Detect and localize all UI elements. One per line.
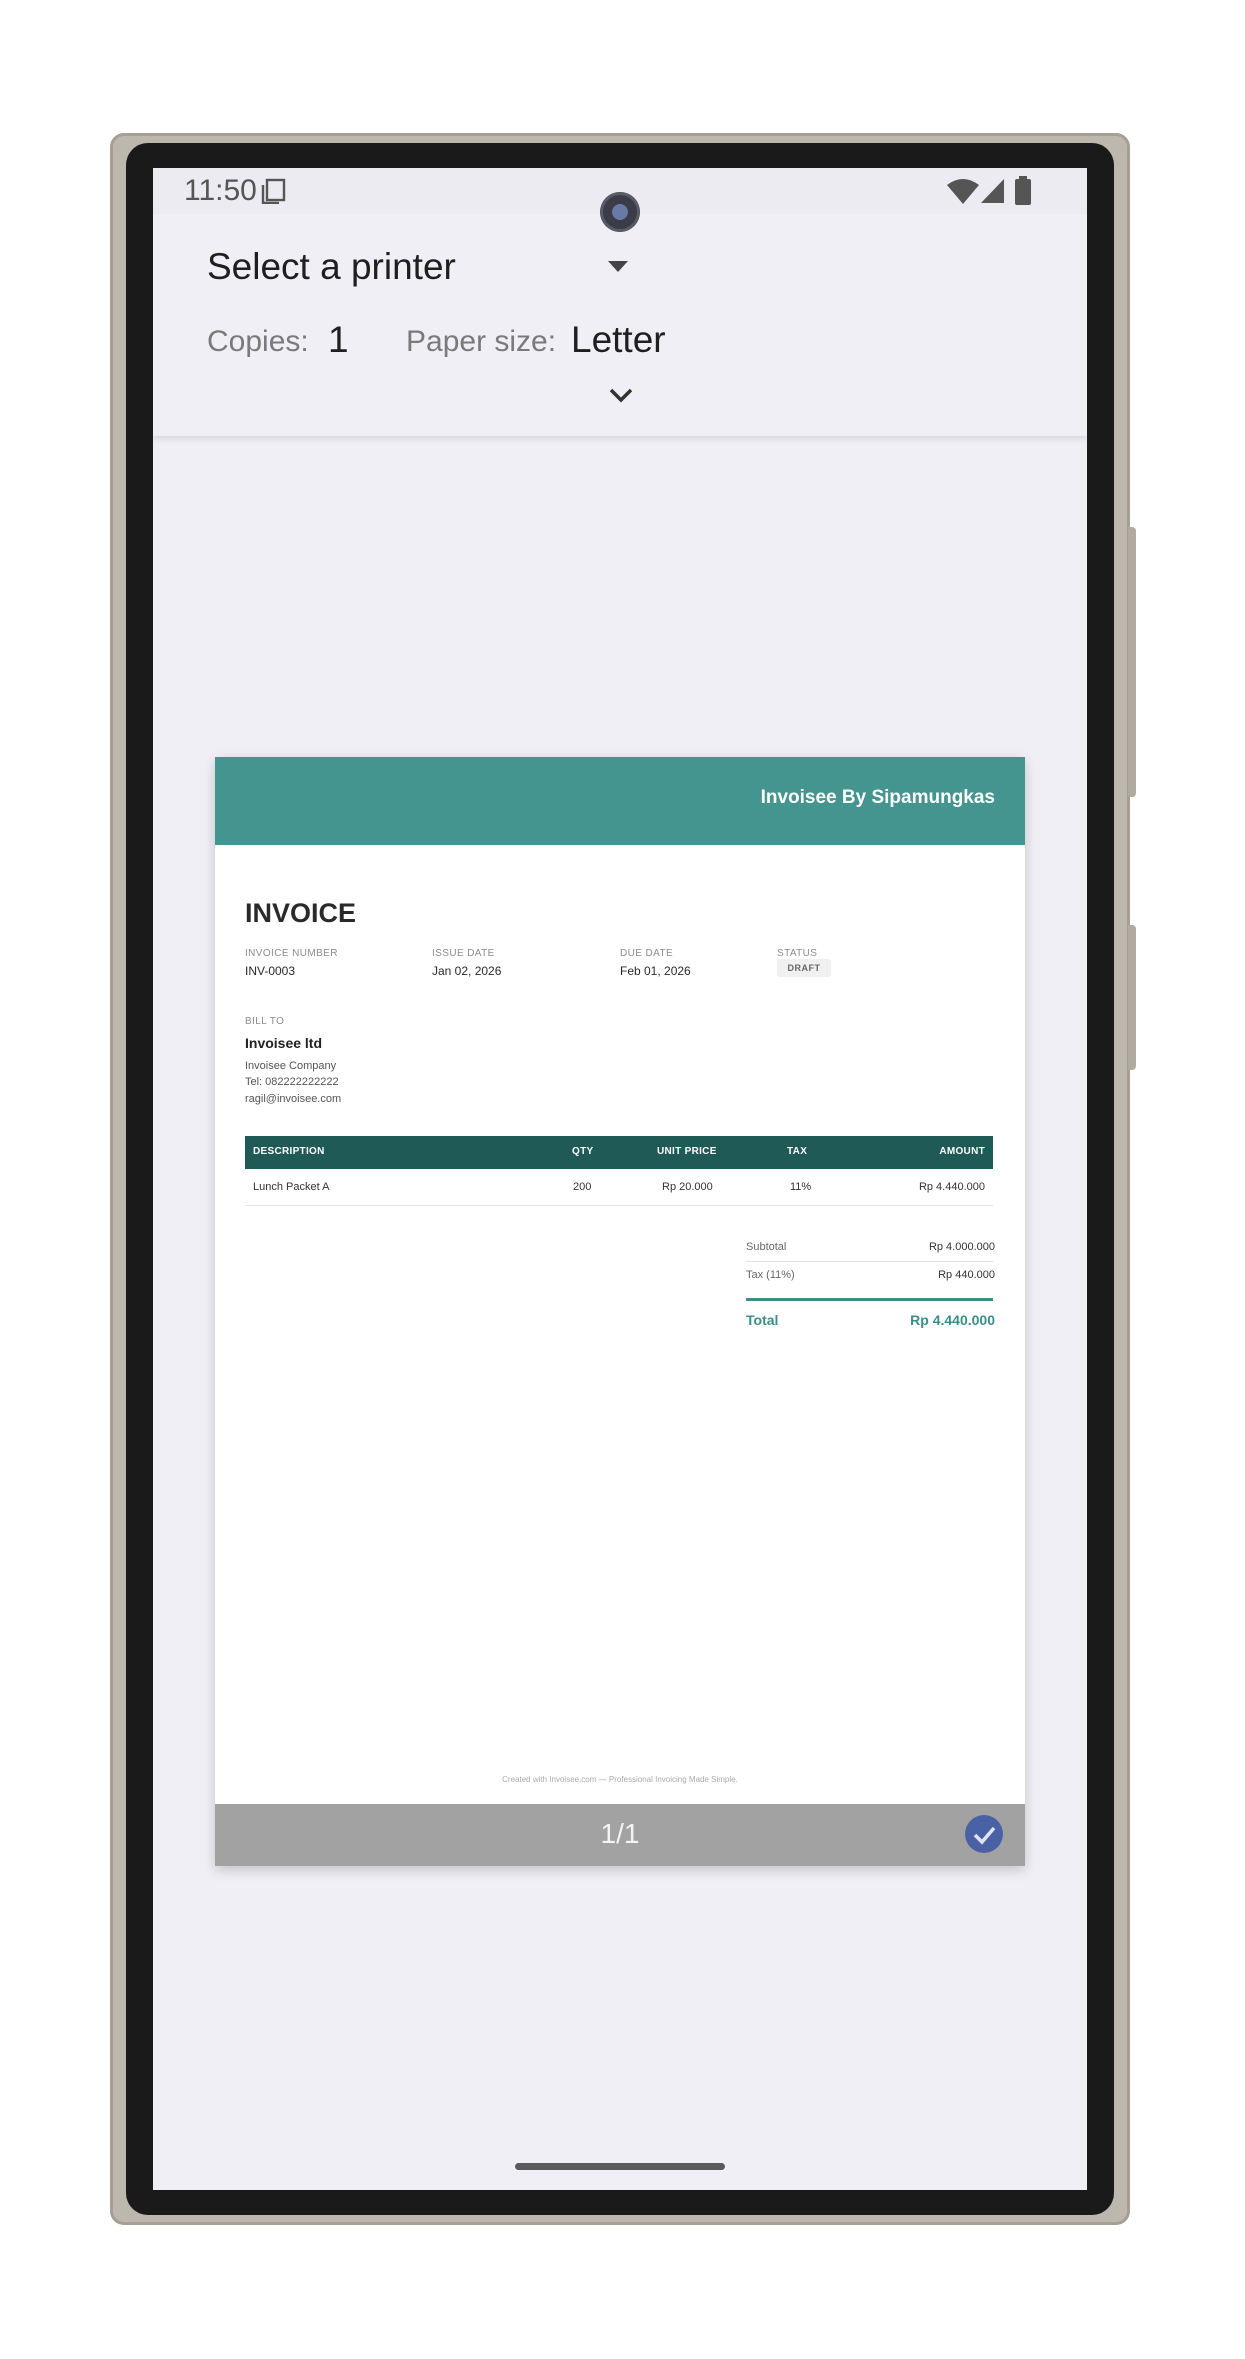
due-date: Feb 01, 2026 <box>620 964 691 978</box>
expand-chevron-icon[interactable] <box>609 388 633 404</box>
bill-to-name: Invoisee ltd <box>245 1035 323 1051</box>
copies-input[interactable]: 1 <box>328 319 349 361</box>
bill-to-label: BILL TO <box>245 1016 285 1027</box>
table-row: Lunch Packet A 200 Rp 20.000 11% Rp 4.44… <box>245 1169 993 1206</box>
printer-select[interactable]: Select a printer <box>207 246 456 288</box>
print-preview-page[interactable]: Invoisee By Sipamungkas INVOICE INVOICE … <box>215 757 1025 1866</box>
battery-icon <box>1015 176 1031 205</box>
row-unit-price: Rp 20.000 <box>662 1181 713 1193</box>
col-qty: QTY <box>572 1146 594 1157</box>
status-label: STATUS <box>777 948 818 959</box>
tax-value: Rp 440.000 <box>938 1269 995 1281</box>
signal-icon <box>981 179 1004 203</box>
total-label: Total <box>746 1312 779 1328</box>
due-date-label: DUE DATE <box>620 948 674 959</box>
invoice-brand: Invoisee By Sipamungkas <box>760 787 995 808</box>
invoice-number: INV-0003 <box>245 964 296 978</box>
page-select-check-icon[interactable] <box>965 1815 1003 1853</box>
items-table-header: DESCRIPTION QTY UNIT PRICE TAX AMOUNT <box>245 1136 993 1169</box>
row-tax: 11% <box>790 1181 812 1193</box>
subtotal-label: Subtotal <box>746 1241 787 1253</box>
power-button <box>1128 925 1136 1070</box>
page-number: 1/1 <box>600 1818 640 1849</box>
col-tax: TAX <box>787 1146 808 1157</box>
paper-size-label: Paper size: <box>406 325 557 358</box>
col-unit-price: UNIT PRICE <box>657 1146 717 1157</box>
screenshot-notification-icon <box>261 178 286 204</box>
invoice-number-label: INVOICE NUMBER <box>245 948 338 959</box>
front-camera <box>600 192 640 232</box>
print-options-panel: 11:50 Select a printer Copies: 1 Paper s… <box>153 168 1087 436</box>
status-badge: DRAFT <box>777 959 831 977</box>
issue-date: Jan 02, 2026 <box>432 964 502 978</box>
issue-date-label: ISSUE DATE <box>432 948 495 959</box>
summary-divider <box>746 1261 993 1262</box>
paper-size-select[interactable]: Letter <box>571 319 666 361</box>
bill-to-email: ragil@invoisee.com <box>245 1093 342 1105</box>
bill-to-tel: Tel: 082222222222 <box>245 1076 339 1088</box>
invoice-title: INVOICE <box>245 898 357 928</box>
screen: 11:50 Select a printer Copies: 1 Paper s… <box>153 168 1087 2190</box>
page-indicator-bar: 1/1 <box>215 1804 1025 1866</box>
subtotal-value: Rp 4.000.000 <box>928 1241 995 1253</box>
home-gesture-bar[interactable] <box>515 2163 725 2170</box>
volume-button <box>1128 527 1136 797</box>
col-amount: AMOUNT <box>939 1146 985 1157</box>
tax-label: Tax (11%) <box>746 1269 795 1281</box>
copies-label: Copies: <box>207 325 309 358</box>
bill-to-company: Invoisee Company <box>245 1060 337 1072</box>
col-description: DESCRIPTION <box>253 1146 325 1157</box>
total-value: Rp 4.440.000 <box>910 1312 995 1328</box>
row-description: Lunch Packet A <box>253 1181 330 1193</box>
wifi-icon <box>947 179 979 204</box>
status-time: 11:50 <box>184 174 257 207</box>
printer-dropdown-icon[interactable] <box>608 261 628 272</box>
row-amount: Rp 4.440.000 <box>918 1181 985 1193</box>
invoice-footer: Created with Invoisee.com — Professional… <box>502 1775 738 1784</box>
row-qty: 200 <box>573 1181 592 1193</box>
total-divider <box>746 1298 993 1301</box>
invoice-header-band: Invoisee By Sipamungkas <box>215 757 1025 845</box>
